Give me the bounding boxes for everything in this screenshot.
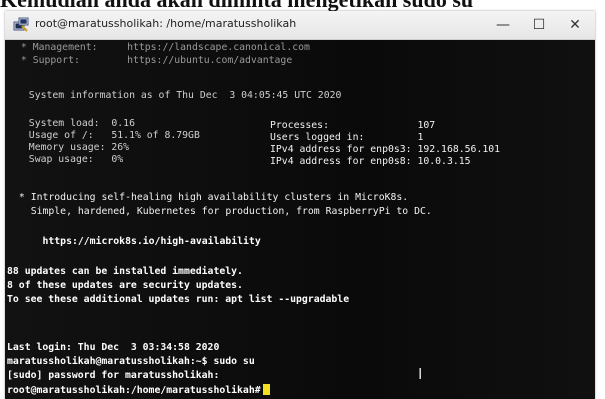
stat-swap-usage: Swap usage: 0% (17, 154, 124, 165)
sudo-su-command-line: maratussholikah@maratussholikah:~$ sudo … (7, 356, 255, 367)
root-prompt-line[interactable]: root@maratussholikah:/home/maratussholik… (7, 384, 270, 397)
system-info-line: System information as of Thu Dec 3 04:05… (17, 90, 342, 101)
terminal-output[interactable]: * Management: https://landscape.canonica… (5, 40, 595, 399)
microk8s-url-line: https://microk8s.io/high-availability (13, 236, 261, 247)
motd-management-line: * Management: https://landscape.canonica… (15, 42, 310, 53)
putty-terminal-icon (13, 17, 29, 32)
maximize-button[interactable]: ☐ (521, 11, 557, 39)
root-prompt-text: root@maratussholikah:/home/maratussholik… (7, 385, 261, 396)
stat-ipv4-enp0s8: IPv4 address for enp0s8: 10.0.3.15 (270, 156, 471, 167)
stat-memory-usage: Memory usage: 26% (17, 142, 130, 153)
title-bar[interactable]: root@maratussholikah: /home/maratussholi… (5, 11, 595, 40)
stat-processes: Processes: 107 (270, 120, 436, 131)
upgradable-hint-line: To see these additional updates run: apt… (7, 294, 350, 305)
window-title: root@maratussholikah: /home/maratussholi… (35, 17, 297, 30)
motd-support-line: * Support: https://ubuntu.com/advantage (15, 55, 293, 66)
minimize-button[interactable]: — (485, 11, 521, 39)
terminal-window: root@maratussholikah: /home/maratussholi… (5, 11, 595, 399)
security-updates-line: 8 of these updates are security updates. (7, 280, 243, 291)
sudo-password-prompt: [sudo] password for maratussholikah: (7, 370, 220, 381)
close-button[interactable]: ✕ (557, 11, 593, 39)
stat-system-load: System load: 0.16 (17, 118, 135, 129)
updates-available-line: 88 updates can be installed immediately. (7, 266, 243, 277)
last-login-line: Last login: Thu Dec 3 03:34:58 2020 (7, 342, 220, 353)
stat-users-logged-in: Users logged in: 1 (270, 132, 424, 143)
ibeam-mouse-cursor-icon: I (418, 365, 423, 383)
microk8s-description-line: Simple, hardened, Kubernetes for product… (13, 206, 432, 217)
text-cursor (262, 384, 270, 395)
page-top-text: Kemudian anda akan diminta mengetikan su… (0, 0, 605, 11)
stat-ipv4-enp0s3: IPv4 address for enp0s3: 192.168.56.101 (270, 144, 501, 155)
microk8s-intro-line: * Introducing self-healing high availabi… (13, 192, 409, 203)
stat-disk-usage: Usage of /: 51.1% of 8.79GB (17, 130, 200, 141)
